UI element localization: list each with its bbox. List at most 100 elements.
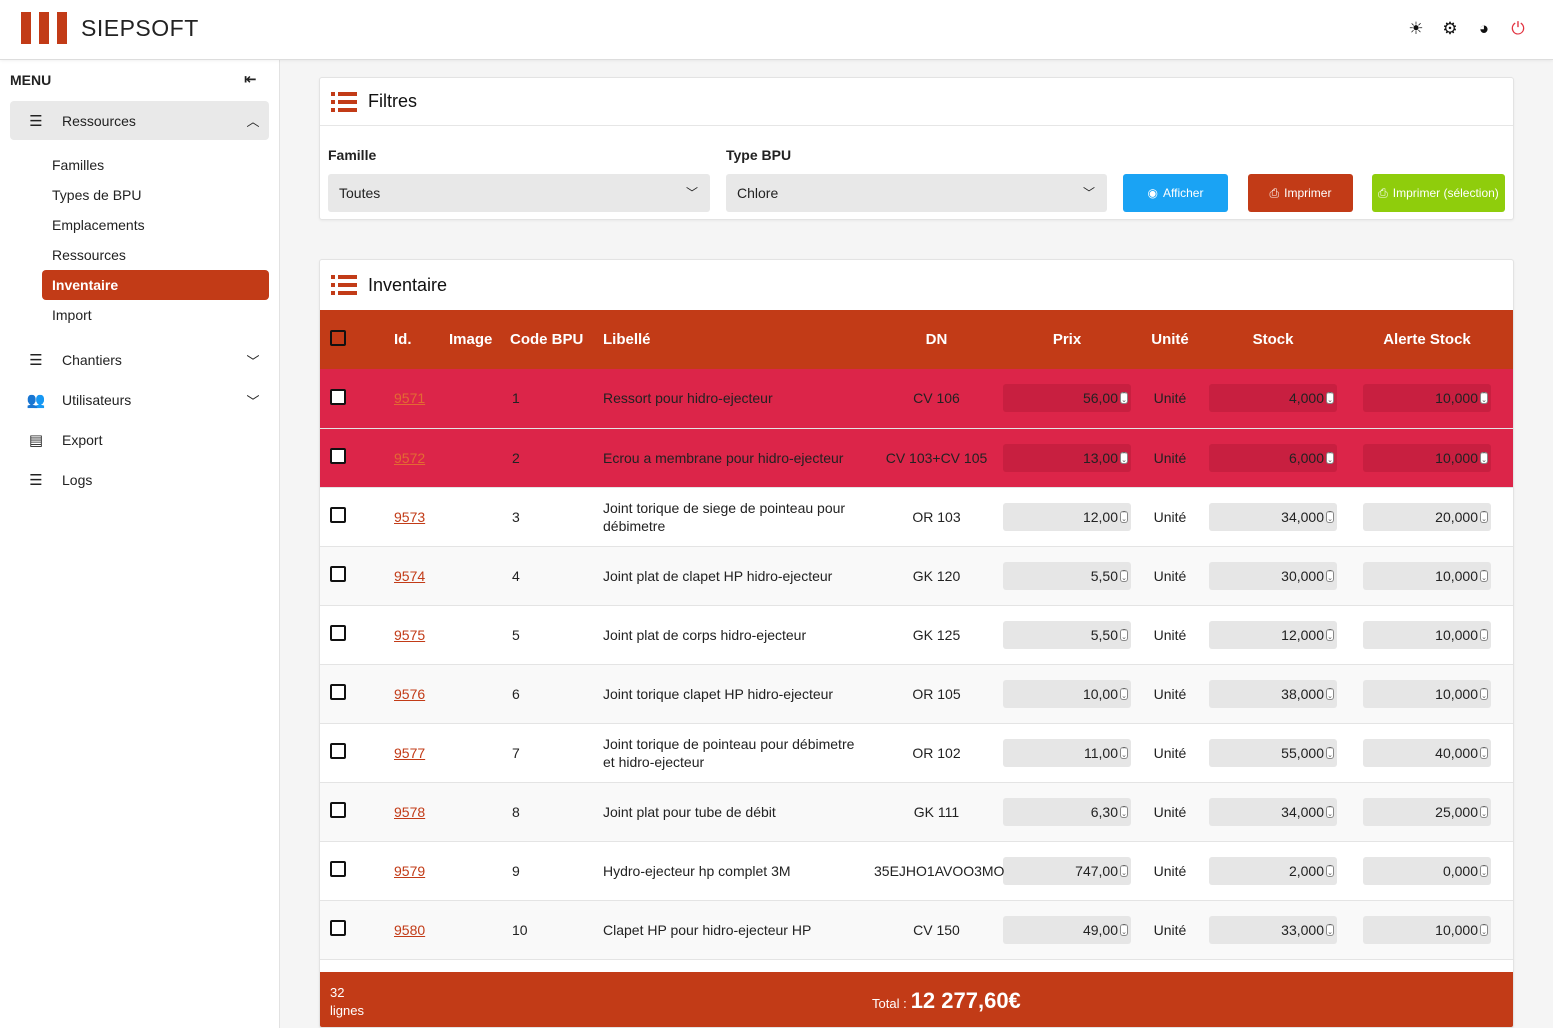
col-stock[interactable]: Stock (1205, 310, 1341, 369)
prix-input[interactable]: 12,00 ⌃ ⌄ (1003, 502, 1131, 531)
stepper-icon[interactable]: ⌃ ⌄ (1480, 569, 1488, 582)
collapse-sidebar-icon[interactable]: ⇤ (244, 70, 257, 88)
prix-input[interactable]: 747,00 ⌃ ⌄ (1003, 856, 1131, 885)
id-link[interactable]: 9576 (394, 686, 425, 702)
sun-icon[interactable]: ☀ (1407, 18, 1425, 40)
stepper-icon[interactable]: ⌃ ⌄ (1326, 628, 1334, 641)
col-id[interactable]: Id. (380, 310, 440, 369)
subnav-ressources[interactable]: Ressources (42, 240, 269, 270)
stock-input[interactable]: 12,000 ⌃ ⌄ (1209, 620, 1337, 649)
alerte-stock-input[interactable]: 10,000 ⌃ ⌄ (1363, 679, 1491, 708)
stepper-icon[interactable]: ⌃ ⌄ (1326, 746, 1334, 759)
alerte-stock-input[interactable]: 25,000 ⌃ ⌄ (1363, 797, 1491, 826)
id-link[interactable]: 9573 (394, 509, 425, 525)
id-link[interactable]: 9578 (394, 804, 425, 820)
stepper-icon[interactable]: ⌃ ⌄ (1480, 805, 1488, 818)
afficher-button[interactable]: ◉ Afficher (1123, 174, 1228, 212)
prix-input[interactable]: 10,00 ⌃ ⌄ (1003, 679, 1131, 708)
stepper-icon[interactable]: ⌃ ⌄ (1120, 628, 1128, 641)
id-link[interactable]: 9579 (394, 863, 425, 879)
stock-input[interactable]: 38,000 ⌃ ⌄ (1209, 679, 1337, 708)
stepper-icon[interactable]: ⌃ ⌄ (1326, 805, 1334, 818)
sidebar-item-chantiers[interactable]: ☰ Chantiers ﹀ (10, 340, 269, 380)
sidebar-item-ressources[interactable]: ☰ Ressources ︿ (10, 101, 269, 140)
globe-icon[interactable]: ◕ (1475, 18, 1493, 40)
stepper-icon[interactable]: ⌃ ⌄ (1480, 687, 1488, 700)
stepper-icon[interactable]: ⌃ ⌄ (1326, 392, 1334, 405)
prix-input[interactable]: 5,50 ⌃ ⌄ (1003, 561, 1131, 590)
sidebar-item-logs[interactable]: ☰ Logs (10, 460, 269, 500)
row-checkbox[interactable] (330, 861, 346, 877)
stock-input[interactable]: 2,000 ⌃ ⌄ (1209, 856, 1337, 885)
prix-input[interactable]: 49,00 ⌃ ⌄ (1003, 915, 1131, 944)
stock-input[interactable]: 4,000 ⌃ ⌄ (1209, 384, 1337, 413)
row-checkbox[interactable] (330, 566, 346, 582)
stepper-icon[interactable]: ⌃ ⌄ (1480, 510, 1488, 523)
stepper-icon[interactable]: ⌃ ⌄ (1480, 451, 1488, 464)
id-link[interactable]: 9577 (394, 745, 425, 761)
row-checkbox[interactable] (330, 802, 346, 818)
stepper-icon[interactable]: ⌃ ⌄ (1480, 746, 1488, 759)
prix-input[interactable]: 13,00 ⌃ ⌄ (1003, 443, 1131, 472)
imprimer-selection-button[interactable]: ⎙ Imprimer (sélection) (1372, 174, 1505, 212)
stock-input[interactable]: 55,000 ⌃ ⌄ (1209, 738, 1337, 767)
col-unite[interactable]: Unité (1135, 310, 1205, 369)
stepper-icon[interactable]: ⌃ ⌄ (1120, 746, 1128, 759)
prix-input[interactable]: 5,50 ⌃ ⌄ (1003, 620, 1131, 649)
sidebar-item-export[interactable]: ▤ Export (10, 420, 269, 460)
id-link[interactable]: 9572 (394, 450, 425, 466)
subnav-types-bpu[interactable]: Types de BPU (42, 180, 269, 210)
imprimer-button[interactable]: ⎙ Imprimer (1248, 174, 1353, 212)
col-libelle[interactable]: Libellé (594, 310, 874, 369)
stepper-icon[interactable]: ⌃ ⌄ (1326, 864, 1334, 877)
alerte-stock-input[interactable]: 0,000 ⌃ ⌄ (1363, 856, 1491, 885)
stepper-icon[interactable]: ⌃ ⌄ (1480, 864, 1488, 877)
stepper-icon[interactable]: ⌃ ⌄ (1480, 392, 1488, 405)
sidebar-item-utilisateurs[interactable]: 👥 Utilisateurs ﹀ (10, 380, 269, 420)
prix-input[interactable]: 56,00 ⌃ ⌄ (1003, 384, 1131, 413)
select-all-checkbox[interactable] (330, 329, 346, 346)
col-dn[interactable]: DN (874, 310, 999, 369)
subnav-emplacements[interactable]: Emplacements (42, 210, 269, 240)
stock-input[interactable]: 6,000 ⌃ ⌄ (1209, 443, 1337, 472)
id-link[interactable]: 9574 (394, 568, 425, 584)
stepper-icon[interactable]: ⌃ ⌄ (1480, 923, 1488, 936)
stepper-icon[interactable]: ⌃ ⌄ (1120, 569, 1128, 582)
stepper-icon[interactable]: ⌃ ⌄ (1480, 628, 1488, 641)
alerte-stock-input[interactable]: 10,000 ⌃ ⌄ (1363, 561, 1491, 590)
stepper-icon[interactable]: ⌃ ⌄ (1326, 510, 1334, 523)
stepper-icon[interactable]: ⌃ ⌄ (1326, 451, 1334, 464)
row-checkbox[interactable] (330, 743, 346, 759)
alerte-stock-input[interactable]: 10,000 ⌃ ⌄ (1363, 915, 1491, 944)
prix-input[interactable]: 11,00 ⌃ ⌄ (1003, 738, 1131, 767)
stock-input[interactable]: 33,000 ⌃ ⌄ (1209, 915, 1337, 944)
power-icon[interactable]: ⏻ (1509, 18, 1527, 40)
id-link[interactable]: 9575 (394, 627, 425, 643)
stock-input[interactable]: 34,000 ⌃ ⌄ (1209, 797, 1337, 826)
stepper-icon[interactable]: ⌃ ⌄ (1326, 569, 1334, 582)
stepper-icon[interactable]: ⌃ ⌄ (1120, 687, 1128, 700)
stepper-icon[interactable]: ⌃ ⌄ (1120, 451, 1128, 464)
stepper-icon[interactable]: ⌃ ⌄ (1326, 687, 1334, 700)
stepper-icon[interactable]: ⌃ ⌄ (1326, 923, 1334, 936)
stock-input[interactable]: 34,000 ⌃ ⌄ (1209, 502, 1337, 531)
id-link[interactable]: 9580 (394, 922, 425, 938)
alerte-stock-input[interactable]: 10,000 ⌃ ⌄ (1363, 443, 1491, 472)
row-checkbox[interactable] (330, 388, 346, 405)
row-checkbox[interactable] (330, 684, 346, 700)
stepper-icon[interactable]: ⌃ ⌄ (1120, 805, 1128, 818)
alerte-stock-input[interactable]: 40,000 ⌃ ⌄ (1363, 738, 1491, 767)
col-prix[interactable]: Prix (999, 310, 1135, 369)
row-checkbox[interactable] (330, 507, 346, 523)
alerte-stock-input[interactable]: 20,000 ⌃ ⌄ (1363, 502, 1491, 531)
stepper-icon[interactable]: ⌃ ⌄ (1120, 392, 1128, 405)
alerte-stock-input[interactable]: 10,000 ⌃ ⌄ (1363, 384, 1491, 413)
id-link[interactable]: 9571 (394, 390, 425, 406)
row-checkbox[interactable] (330, 920, 346, 936)
app-logo[interactable]: SIEPSOFT (21, 12, 199, 44)
stepper-icon[interactable]: ⌃ ⌄ (1120, 510, 1128, 523)
famille-select[interactable]: Toutes ﹀ (328, 174, 710, 212)
subnav-inventaire[interactable]: Inventaire (42, 270, 269, 300)
subnav-import[interactable]: Import (42, 300, 269, 330)
stepper-icon[interactable]: ⌃ ⌄ (1120, 864, 1128, 877)
